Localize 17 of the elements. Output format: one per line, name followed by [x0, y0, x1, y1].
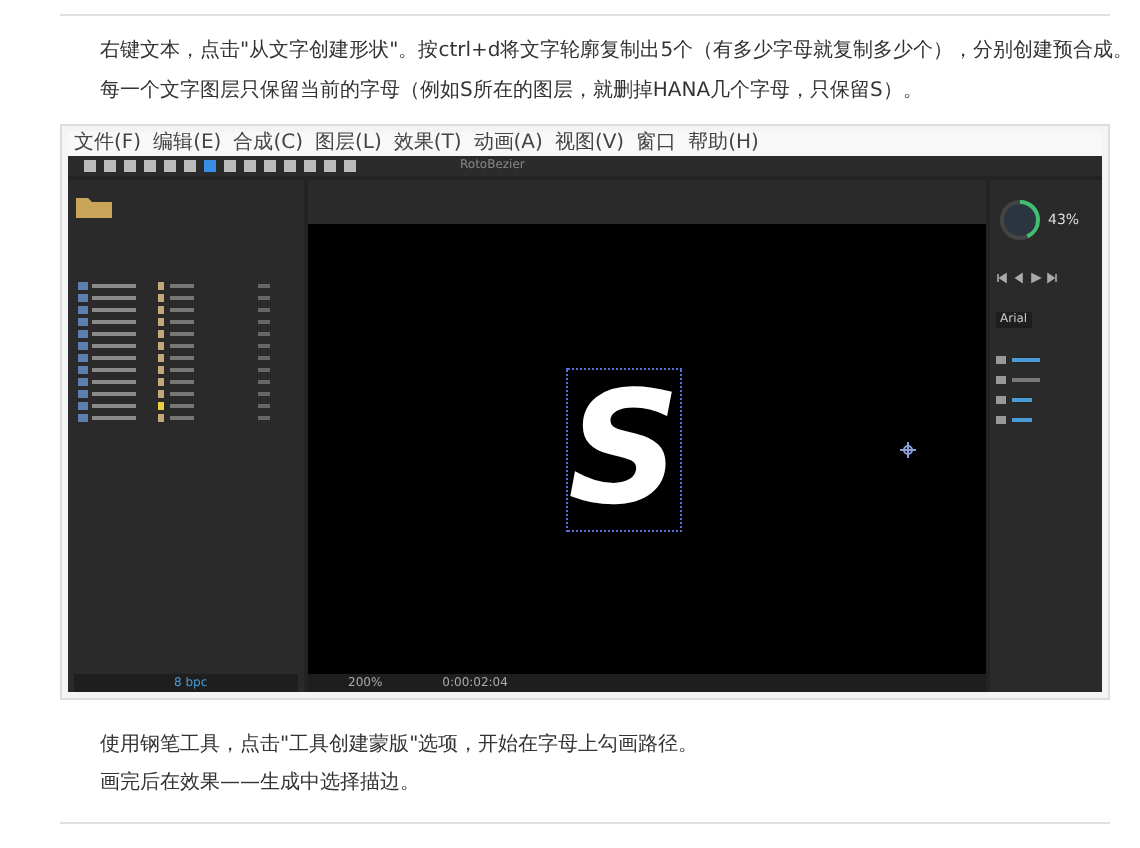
menu-item[interactable]: 动画(A) [473, 132, 543, 156]
character-settings-drawing [996, 356, 1040, 424]
menu-item[interactable]: 合成(C) [233, 132, 303, 156]
paragraph: 右键文本，点击"从文字创建形状"。按ctrl+d将文字轮廓复制出5个（有多少字母就复制多少个），分别创建预合成。 [100, 40, 1136, 64]
menu-item[interactable]: 图层(L) [314, 132, 382, 156]
shape-letter: S [568, 369, 681, 529]
paragraph: 画完后在效果——生成中选择描边。 [100, 772, 422, 796]
menu-item[interactable]: 视图(V) [554, 132, 625, 156]
folder-icon [74, 192, 114, 220]
menu-item[interactable]: 编辑(E) [153, 132, 222, 156]
menu-item[interactable]: 帮助(H) [688, 132, 759, 156]
paragraph: 使用钢笔工具，点击"工具创建蒙版"选项，开始在字母上勾画路径。 [100, 734, 701, 758]
menu-item[interactable]: 效果(T) [393, 132, 462, 156]
paragraph: 每一个文字图层只保留当前的字母（例如S所在的图层，就删掉HANA几个字母，只保留S）。 [100, 80, 925, 104]
menu-item[interactable]: 窗口 [636, 132, 677, 156]
anchor-point-icon [900, 441, 917, 457]
menu-item[interactable]: 文件(F) [74, 132, 142, 156]
